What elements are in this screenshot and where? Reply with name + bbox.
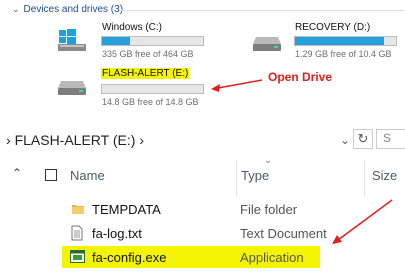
file-name: fa-config.exe bbox=[92, 250, 167, 265]
column-divider bbox=[364, 160, 365, 196]
column-header-type[interactable]: Type bbox=[241, 168, 269, 183]
file-type: Text Document bbox=[240, 226, 327, 241]
breadcrumb-chevron-icon: › bbox=[139, 132, 144, 148]
column-header-size[interactable]: Size bbox=[372, 168, 397, 183]
file-row-tempdata[interactable]: TEMPDATA File folder bbox=[68, 200, 368, 220]
collapse-caret-icon[interactable]: ⌃ bbox=[12, 166, 22, 180]
refresh-button[interactable]: ↻ bbox=[353, 129, 373, 149]
refresh-icon: ↻ bbox=[357, 131, 369, 146]
folder-icon bbox=[72, 205, 84, 214]
file-name: fa-log.txt bbox=[92, 226, 142, 241]
breadcrumb-path: FLASH-ALERT (E:) bbox=[14, 132, 136, 148]
address-dropdown-icon[interactable]: ⌄ bbox=[340, 133, 350, 147]
breadcrumb-chevron-icon: › bbox=[6, 132, 11, 148]
sort-indicator-icon: ⌄ bbox=[264, 155, 273, 166]
select-all-checkbox[interactable] bbox=[45, 169, 57, 181]
exe-icon bbox=[70, 250, 85, 263]
column-header-name[interactable]: Name bbox=[70, 168, 105, 183]
search-icon: S bbox=[383, 131, 392, 145]
open-drive-annotation: Open Drive bbox=[268, 70, 333, 84]
file-row-fa-config[interactable]: fa-config.exe Application bbox=[62, 246, 320, 268]
breadcrumb[interactable]: › FLASH-ALERT (E:) › bbox=[6, 132, 144, 148]
column-divider bbox=[236, 160, 237, 196]
file-type: Application bbox=[240, 250, 304, 265]
text-file-icon bbox=[71, 225, 83, 241]
file-name: TEMPDATA bbox=[92, 202, 161, 217]
file-row-fa-log[interactable]: fa-log.txt Text Document bbox=[68, 224, 368, 244]
file-type: File folder bbox=[240, 202, 298, 217]
